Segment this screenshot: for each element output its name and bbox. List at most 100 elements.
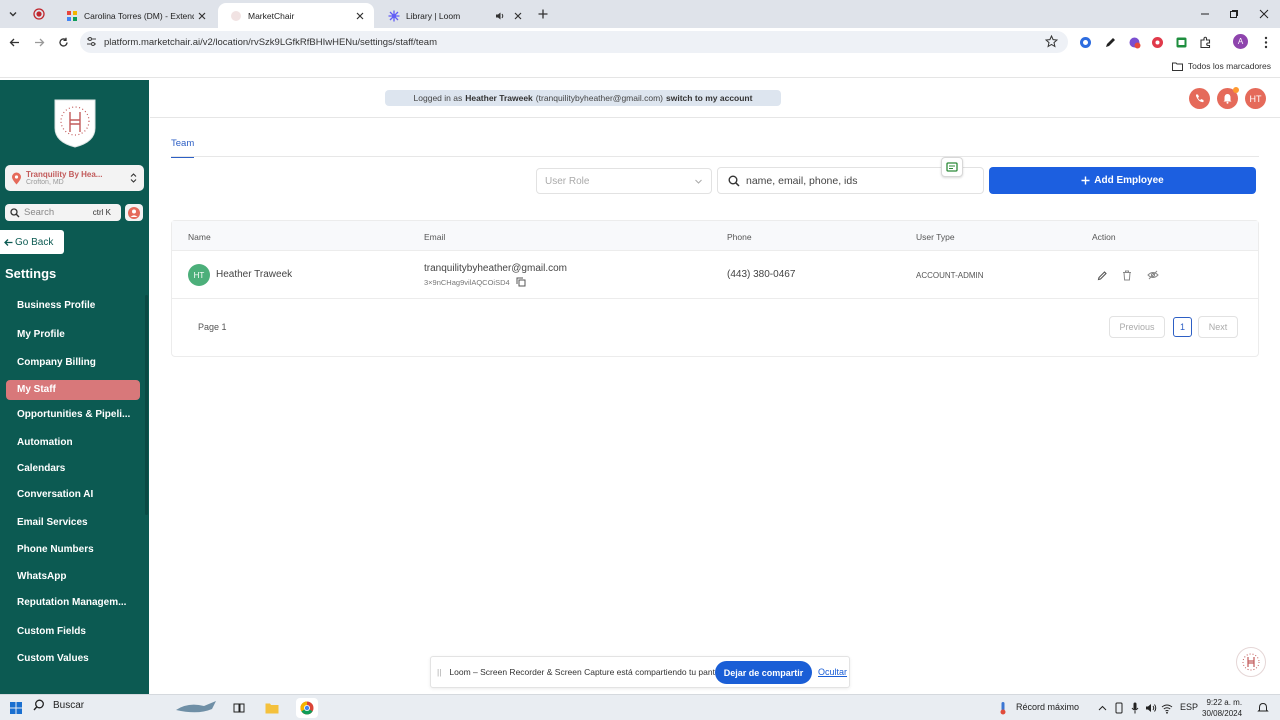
location-switcher[interactable]: Tranquility By Hea... Crofton, MD	[5, 165, 144, 191]
plus-icon	[1081, 176, 1090, 185]
volume-icon[interactable]	[1145, 700, 1157, 716]
close-window-icon[interactable]	[1257, 7, 1271, 21]
sidebar-item-reputation[interactable]: Reputation Managem...	[17, 597, 126, 608]
table-row[interactable]: HT Heather Traweek tranquilitybyheather@…	[172, 251, 1258, 299]
sidebar-item-automation[interactable]: Automation	[17, 437, 73, 448]
sidebar-search[interactable]: Search ctrl K	[5, 204, 121, 221]
clock[interactable]: 9:22 a. m. 30/08/2024	[1202, 697, 1242, 719]
close-tab-icon[interactable]	[352, 12, 368, 20]
sidebar-item-calendars[interactable]: Calendars	[17, 463, 65, 474]
contact-search-button[interactable]	[125, 204, 143, 221]
extendly-favicon-icon	[67, 10, 77, 21]
trash-icon[interactable]	[1120, 268, 1134, 282]
next-page-button[interactable]: Next	[1198, 316, 1238, 338]
all-bookmarks[interactable]: Todos los marcadores	[1171, 61, 1271, 71]
record-indicator-icon[interactable]	[31, 6, 47, 22]
restore-icon[interactable]	[1227, 7, 1241, 21]
current-page-button[interactable]: 1	[1173, 317, 1192, 337]
sidebar-item-business-profile[interactable]: Business Profile	[17, 300, 95, 311]
whale-search-art-icon[interactable]	[174, 700, 218, 716]
password-manager-icon[interactable]	[1077, 34, 1093, 50]
sidebar-item-my-profile[interactable]: My Profile	[17, 329, 65, 340]
tab-team[interactable]: Team	[171, 138, 195, 158]
back-icon[interactable]	[6, 34, 22, 50]
employee-user-type: ACCOUNT-ADMIN	[916, 271, 984, 280]
microphone-icon[interactable]	[1129, 700, 1141, 716]
sidebar-item-company-billing[interactable]: Company Billing	[17, 357, 96, 368]
phone-button[interactable]	[1189, 88, 1210, 109]
notification-dot	[1233, 87, 1239, 93]
bookmark-star-icon[interactable]	[1045, 35, 1058, 48]
tab-extendly[interactable]: Carolina Torres (DM) - Extendly	[54, 3, 216, 28]
go-back-label: Go Back	[15, 236, 54, 248]
sidebar-item-whatsapp[interactable]: WhatsApp	[17, 571, 66, 582]
location-name: Tranquility By Hea...	[26, 170, 103, 179]
floating-logo-icon[interactable]	[1236, 647, 1266, 677]
sidebar-item-opportunities[interactable]: Opportunities & Pipeli...	[17, 409, 130, 420]
tab-marketchair[interactable]: MarketChair	[218, 3, 374, 28]
user-avatar-button[interactable]: HT	[1245, 88, 1266, 109]
screen-share-message: Loom – Screen Recorder & Screen Capture …	[449, 667, 731, 677]
chrome-taskbar-icon[interactable]	[296, 698, 318, 718]
file-explorer-icon[interactable]	[264, 700, 280, 716]
loom-extension-icon[interactable]	[1149, 34, 1165, 50]
edit-icon[interactable]	[1095, 268, 1109, 282]
switch-account-link[interactable]: switch to my account	[666, 93, 752, 103]
sidebar-scrollbar[interactable]	[145, 295, 148, 515]
extension-icon[interactable]	[1126, 34, 1142, 50]
extensions-puzzle-icon[interactable]	[1197, 34, 1213, 50]
windows-start-icon[interactable]	[9, 700, 23, 716]
device-icon[interactable]	[1113, 700, 1125, 716]
employee-search-placeholder: name, email, phone, ids	[746, 174, 858, 187]
browser-tab-bar: Carolina Torres (DM) - Extendly MarketCh…	[0, 0, 1280, 28]
sidebar-item-phone-numbers[interactable]: Phone Numbers	[17, 544, 94, 555]
speaker-icon[interactable]	[492, 11, 508, 21]
close-tab-icon[interactable]	[194, 12, 210, 20]
close-tab-icon[interactable]	[510, 12, 526, 20]
add-employee-button[interactable]: Add Employee	[989, 167, 1256, 194]
search-shortcut: ctrl K	[92, 208, 111, 217]
company-logo[interactable]	[53, 98, 97, 148]
copy-icon[interactable]	[516, 277, 526, 287]
folder-icon	[1171, 62, 1183, 71]
sidebar-item-custom-values[interactable]: Custom Values	[17, 653, 89, 664]
clock-time: 9:22 a. m.	[1206, 698, 1243, 707]
tab-loom[interactable]: Library | Loom	[376, 3, 532, 28]
new-tab-icon[interactable]	[535, 6, 551, 22]
search-icon	[33, 699, 44, 711]
taskbar-search[interactable]: Buscar	[33, 699, 84, 711]
previous-page-button[interactable]: Previous	[1109, 316, 1165, 338]
task-view-icon[interactable]	[232, 700, 246, 716]
sheets-extension-icon[interactable]	[1173, 34, 1189, 50]
tab-search-icon[interactable]	[5, 6, 21, 22]
sidebar-item-conversation-ai[interactable]: Conversation AI	[17, 489, 93, 500]
profile-avatar[interactable]: A	[1233, 34, 1248, 49]
wifi-icon[interactable]	[1160, 700, 1174, 716]
pen-extension-icon[interactable]	[1102, 34, 1118, 50]
id-card-icon[interactable]	[941, 157, 963, 177]
forward-icon[interactable]	[31, 34, 47, 50]
minimize-icon[interactable]	[1198, 7, 1212, 21]
hide-share-bar-link[interactable]: Ocultar	[818, 667, 847, 677]
notifications-button[interactable]	[1217, 87, 1239, 109]
go-back-button[interactable]: Go Back	[0, 230, 64, 254]
notification-center-icon[interactable]	[1256, 700, 1270, 716]
hide-icon[interactable]	[1146, 268, 1160, 282]
reload-icon[interactable]	[55, 34, 71, 50]
url-field[interactable]: platform.marketchair.ai/v2/location/rvSz…	[80, 31, 1068, 53]
more-menu-icon[interactable]	[1258, 34, 1274, 50]
sidebar-item-email-services[interactable]: Email Services	[17, 517, 88, 528]
weather-label[interactable]: Récord máximo	[1016, 702, 1079, 712]
weather-icon[interactable]	[997, 700, 1009, 716]
sidebar-item-custom-fields[interactable]: Custom Fields	[17, 626, 86, 637]
drag-handle-icon[interactable]: ||	[437, 667, 441, 677]
chevron-up-icon[interactable]	[1096, 700, 1108, 716]
site-settings-icon[interactable]	[86, 36, 97, 47]
sidebar: Tranquility By Hea... Crofton, MD Search…	[0, 80, 149, 694]
sidebar-item-my-staff[interactable]: My Staff	[6, 380, 140, 400]
language-label[interactable]: ESP	[1180, 702, 1198, 712]
user-role-select[interactable]: User Role	[536, 168, 712, 194]
stop-sharing-button[interactable]: Dejar de compartir	[715, 661, 812, 684]
phone-icon	[1196, 94, 1204, 103]
bookmarks-bar: Todos los marcadores	[0, 56, 1280, 78]
